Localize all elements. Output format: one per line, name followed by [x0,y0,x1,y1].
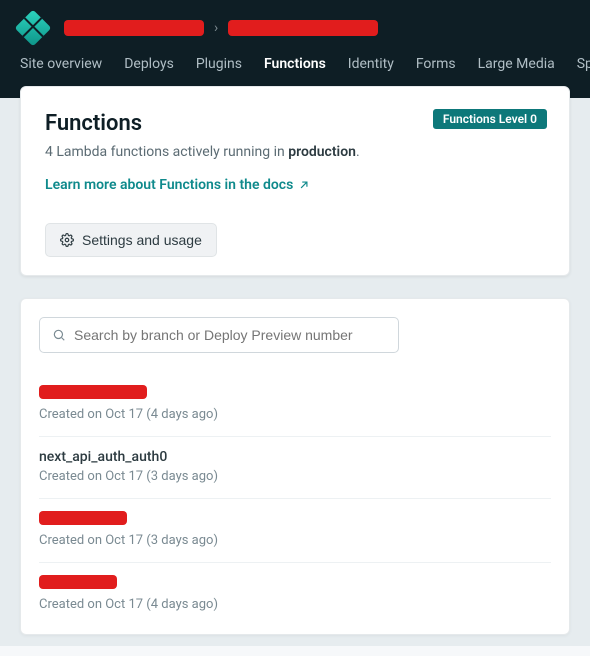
summary-suffix: . [356,144,360,160]
page-body: Functions Level 0 Functions 4 Lambda fun… [0,86,590,646]
netlify-logo-icon[interactable] [15,10,52,47]
settings-button-label: Settings and usage [82,232,202,248]
function-name-redacted [39,385,147,399]
site-nav-tabs: Site overview Deploys Plugins Functions … [0,56,590,86]
function-name-redacted [39,511,127,525]
function-name [39,385,551,403]
search-input[interactable] [74,327,386,343]
functions-list: Created on Oct 17 (4 days ago) next_api_a… [39,373,551,626]
tab-forms[interactable]: Forms [416,56,456,72]
gear-icon [60,233,74,247]
function-meta: Created on Oct 17 (4 days ago) [39,597,551,612]
function-name [39,575,551,593]
function-meta: Created on Oct 17 (4 days ago) [39,407,551,422]
learn-more-link[interactable]: Learn more about Functions in the docs [45,177,311,193]
settings-and-usage-button[interactable]: Settings and usage [45,223,217,257]
function-row[interactable]: Created on Oct 17 (4 days ago) [39,562,551,626]
search-input-wrapper[interactable] [39,317,399,353]
summary-prefix: 4 Lambda functions actively running in [45,144,288,160]
function-meta: Created on Oct 17 (3 days ago) [39,469,551,484]
external-link-icon [297,178,311,192]
function-row[interactable]: Created on Oct 17 (4 days ago) [39,373,551,436]
tab-split-testing[interactable]: Split Tes [577,56,590,72]
function-meta: Created on Oct 17 (3 days ago) [39,533,551,548]
functions-list-card: Created on Oct 17 (4 days ago) next_api_a… [20,298,570,635]
top-bar: › [0,0,590,56]
tab-large-media[interactable]: Large Media [478,56,555,72]
functions-hero-card: Functions Level 0 Functions 4 Lambda fun… [20,86,570,276]
summary-env: production [288,144,356,160]
breadcrumb-team-redacted[interactable] [64,20,204,36]
breadcrumb-site-redacted[interactable] [228,20,378,36]
functions-level-badge: Functions Level 0 [433,109,547,129]
tab-plugins[interactable]: Plugins [196,56,242,72]
search-icon [52,328,66,342]
function-name [39,511,551,529]
tab-identity[interactable]: Identity [348,56,394,72]
learn-more-label: Learn more about Functions in the docs [45,177,293,193]
breadcrumb-separator: › [214,20,218,36]
tab-site-overview[interactable]: Site overview [20,56,102,72]
function-name-redacted [39,575,117,589]
functions-summary: 4 Lambda functions actively running in p… [45,144,545,160]
tab-deploys[interactable]: Deploys [124,56,174,72]
function-row[interactable]: Created on Oct 17 (3 days ago) [39,498,551,562]
function-row[interactable]: next_api_auth_auth0 Created on Oct 17 (3 … [39,436,551,498]
function-name: next_api_auth_auth0 [39,449,551,465]
tab-functions[interactable]: Functions [264,56,326,72]
